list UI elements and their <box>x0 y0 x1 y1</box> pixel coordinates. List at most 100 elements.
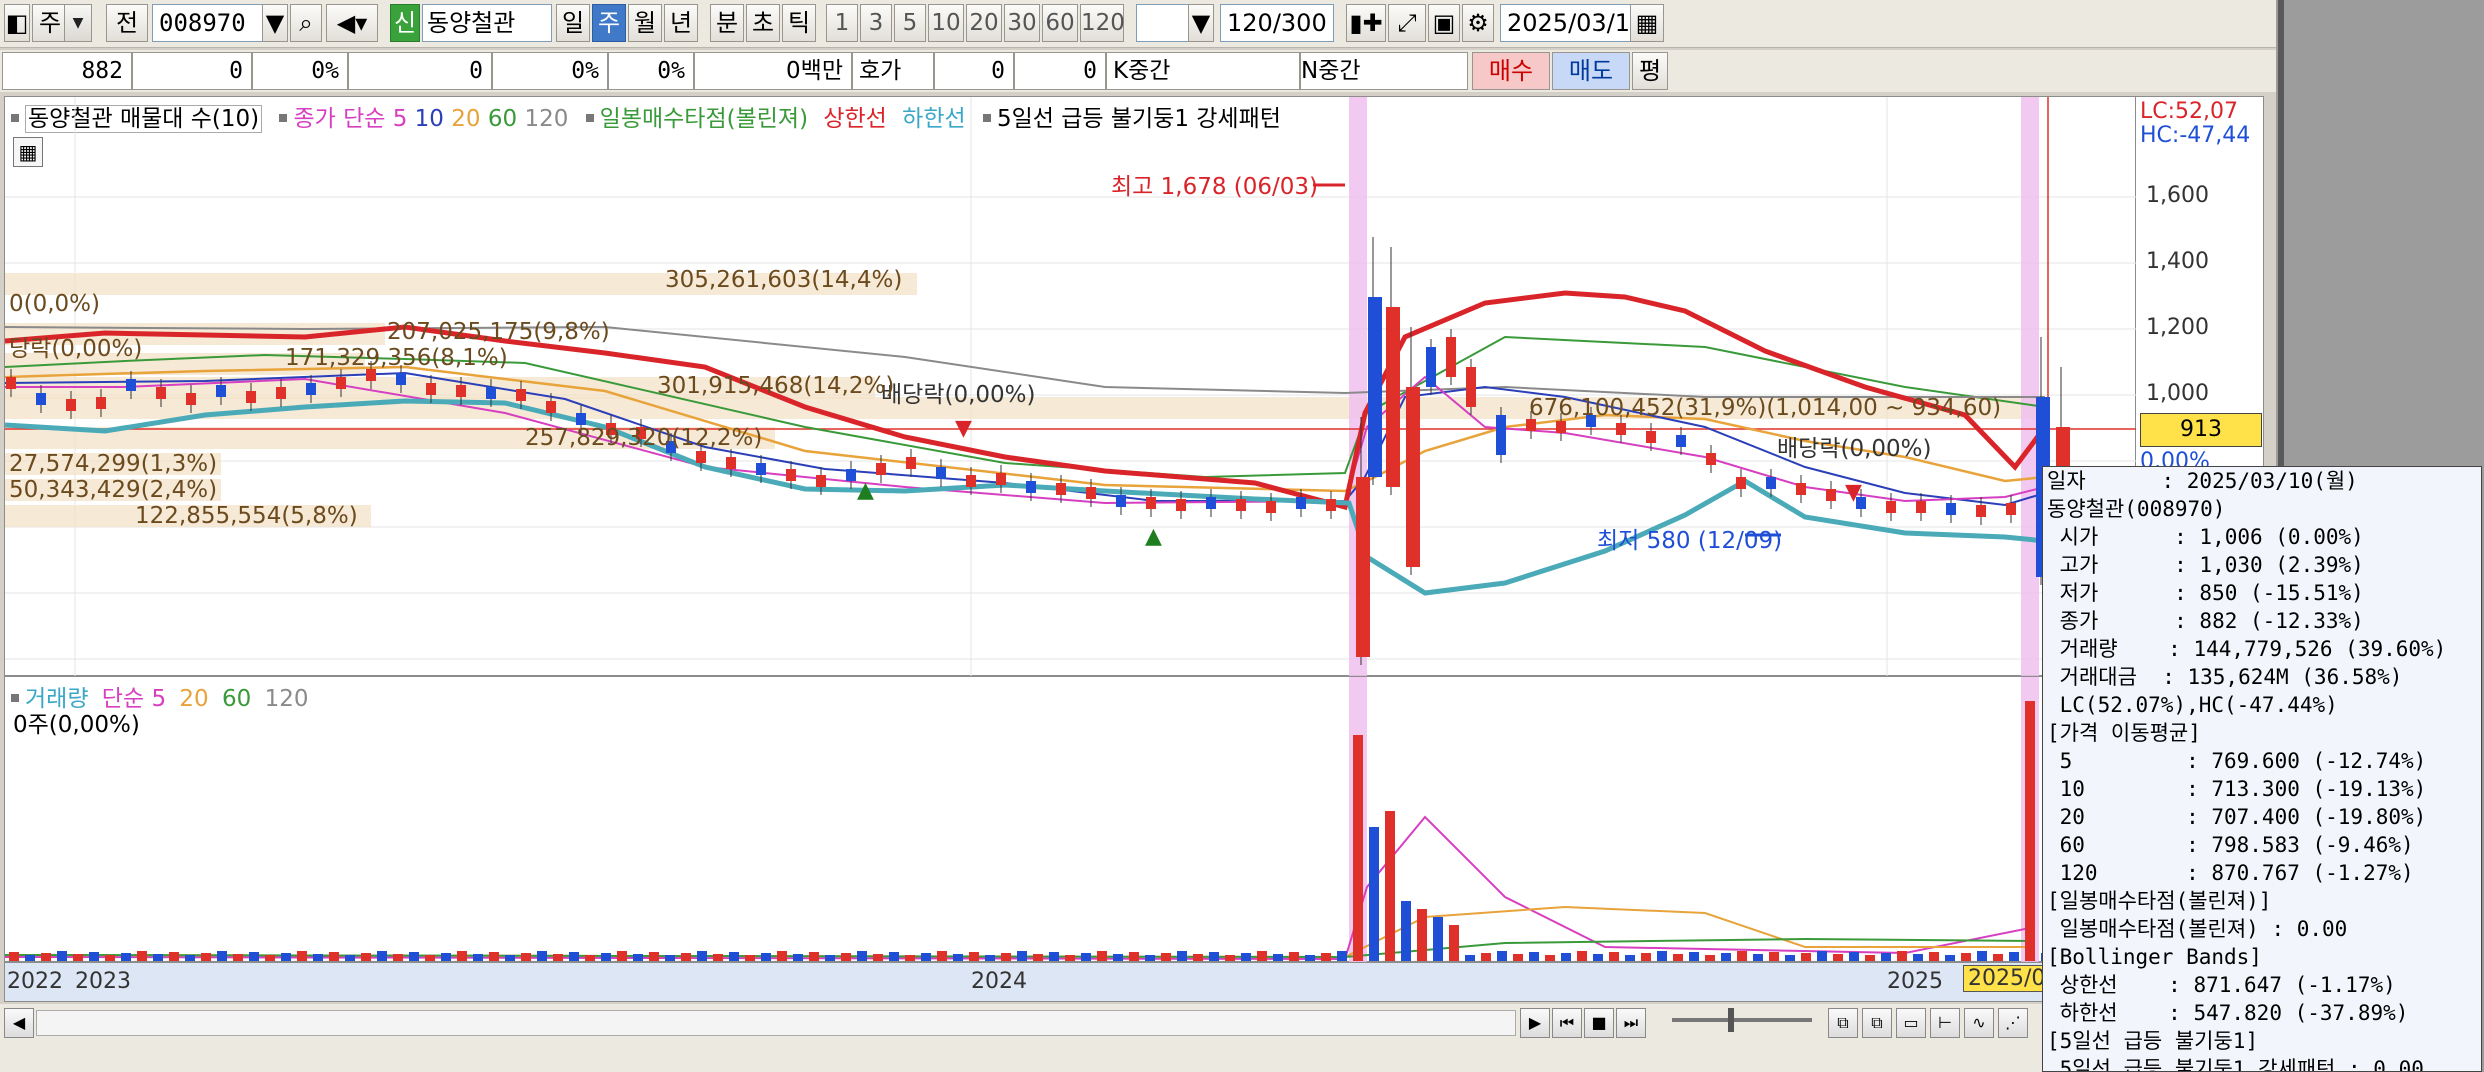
drawing-tool-icon[interactable]: ⤢ <box>1388 4 1426 42</box>
period-button-4[interactable]: 분 <box>710 4 744 42</box>
interval-button-7[interactable]: 120 <box>1080 4 1125 42</box>
layout-icon-3[interactable]: ▭ <box>1896 1008 1926 1038</box>
candle-body <box>36 393 46 405</box>
interval-button-2[interactable]: 5 <box>894 4 926 42</box>
calendar-icon[interactable]: ▦ <box>1630 4 1664 42</box>
layout-icon-2[interactable]: ⧉ <box>1862 1008 1892 1038</box>
layout-icon[interactable]: ⧉ <box>1828 1008 1858 1038</box>
candle-body <box>1368 297 1382 477</box>
volume-bar <box>601 953 611 961</box>
zoom-slider[interactable] <box>1672 1018 1812 1022</box>
candle-body <box>1946 503 1956 515</box>
buy-button[interactable]: 매수 <box>1472 52 1550 90</box>
stock-name-field[interactable]: 동양철관 <box>422 4 552 42</box>
sell-button[interactable]: 매도 <box>1552 52 1630 90</box>
volume-bar <box>1881 953 1891 961</box>
zoom-slider-handle[interactable] <box>1728 1008 1734 1032</box>
volume-bar <box>473 954 483 961</box>
interval-button-5[interactable]: 30 <box>1004 4 1040 42</box>
volume-bar <box>89 952 99 961</box>
candle-body <box>1976 505 1986 517</box>
chevron-down-icon[interactable]: ▼ <box>1188 4 1214 42</box>
date-value: 2025/03/17 <box>1507 9 1646 37</box>
chart-type-select[interactable]: 주 ▼ <box>32 4 92 42</box>
volume-bar <box>1209 952 1219 961</box>
price-chart-pane[interactable]: 동양철관 매물대 수(10) 종가 단순 5 10 20 60 120 일봉매수… <box>4 96 2137 677</box>
volume-bar <box>1545 955 1555 961</box>
volume-bar <box>1433 917 1443 961</box>
volume-bar <box>1769 952 1779 961</box>
volume-chart-svg <box>5 677 2051 963</box>
candle-body <box>486 387 496 399</box>
candle-body <box>696 451 706 463</box>
volume-bar <box>409 952 419 961</box>
volume-bar <box>137 951 147 961</box>
trend-icon[interactable]: ∿ <box>1964 1008 1994 1038</box>
vp-label-1: 305,261,603(14,4%) <box>665 267 903 293</box>
axis-tick-3: 1,000 <box>2146 381 2209 406</box>
candle-body <box>1086 487 1096 499</box>
candles <box>6 237 2070 665</box>
search-icon[interactable]: ⌕ <box>290 4 322 42</box>
k-mid-field: K중간 <box>1106 52 1300 90</box>
period-button-2[interactable]: 월 <box>628 4 662 42</box>
count-total: /300 <box>1272 9 1327 37</box>
volume-bar <box>1977 951 1987 961</box>
interval-button-4[interactable]: 20 <box>966 4 1002 42</box>
interval-button-3[interactable]: 10 <box>928 4 964 42</box>
tooltip-row: [Bollinger Bands] <box>2047 945 2262 969</box>
interval-button-0[interactable]: 1 <box>826 4 858 42</box>
rewind-icon[interactable]: ⏮ <box>1552 1008 1582 1038</box>
scroll-track[interactable] <box>36 1010 1516 1036</box>
scroll-right-icon[interactable]: ▶ <box>1520 1008 1550 1038</box>
measure-icon[interactable]: ⊢ <box>1930 1008 1960 1038</box>
axis-tick-1: 1,400 <box>2146 249 2209 274</box>
period-button-1[interactable]: 주 <box>592 4 626 42</box>
date-label-2025: 2025 <box>1887 969 1943 994</box>
interval-button-1[interactable]: 3 <box>860 4 892 42</box>
volume-bar <box>1657 951 1667 961</box>
volume-bar <box>857 951 867 961</box>
volume-bar <box>793 954 803 961</box>
trend-icon-2[interactable]: ⋰ <box>1998 1008 2028 1038</box>
candle-body <box>756 463 766 475</box>
count-value: 120 <box>1227 9 1273 37</box>
candle-body <box>846 469 856 481</box>
volume-bar <box>985 955 995 961</box>
candle-body <box>1296 497 1306 509</box>
chevron-down-icon[interactable]: ▼ <box>262 4 288 42</box>
volume-bar <box>1961 953 1971 961</box>
volume-chart-pane[interactable]: 거래량 단순 5 20 60 120 0주(0,00%) <box>4 676 2136 963</box>
period-button-5[interactable]: 초 <box>746 4 780 42</box>
price-chart-svg: ▲ ▲ ▼ ▼ <box>5 97 2137 677</box>
candle-body <box>1826 489 1836 501</box>
date-field[interactable]: 2025/03/17 <box>1500 4 1646 42</box>
n-mid-field: N중간 <box>1300 52 1468 90</box>
chart-window-icon[interactable]: ◧ <box>4 4 30 42</box>
candle-body <box>306 383 316 395</box>
volume-bar <box>1737 951 1747 961</box>
prev-button[interactable]: 전 <box>106 4 148 42</box>
candle-body <box>726 457 736 469</box>
interval-button-6[interactable]: 60 <box>1042 4 1078 42</box>
zero-profile-label: 0(0,0%) <box>9 291 101 317</box>
avg-button[interactable]: 평 <box>1632 52 1668 90</box>
period-button-6[interactable]: 틱 <box>782 4 816 42</box>
volume-bar <box>1065 955 1075 961</box>
period-button-3[interactable]: 년 <box>664 4 698 42</box>
stop-icon[interactable]: ■ <box>1584 1008 1614 1038</box>
volume-bar <box>1929 952 1939 961</box>
indicator-icon[interactable]: ▮✚ <box>1346 4 1386 42</box>
period-button-0[interactable]: 일 <box>556 4 590 42</box>
candle-body <box>816 475 826 487</box>
count-field[interactable]: 120/300 <box>1220 4 1334 42</box>
fast-forward-icon[interactable]: ⏭ <box>1616 1008 1646 1038</box>
volume-ma-lines <box>5 815 2036 961</box>
tooltip-row: 일봉매수타점(볼린져) : 0.00 <box>2047 917 2348 941</box>
gear-icon[interactable]: ⚙ <box>1462 4 1494 42</box>
volume-bar <box>1017 951 1027 961</box>
speaker-icon[interactable]: ◀▾ <box>326 4 378 42</box>
save-icon[interactable]: ▣ <box>1428 4 1460 42</box>
scroll-left-icon[interactable]: ◀ <box>4 1008 34 1038</box>
hoga-value-2: 0 <box>1014 52 1106 90</box>
